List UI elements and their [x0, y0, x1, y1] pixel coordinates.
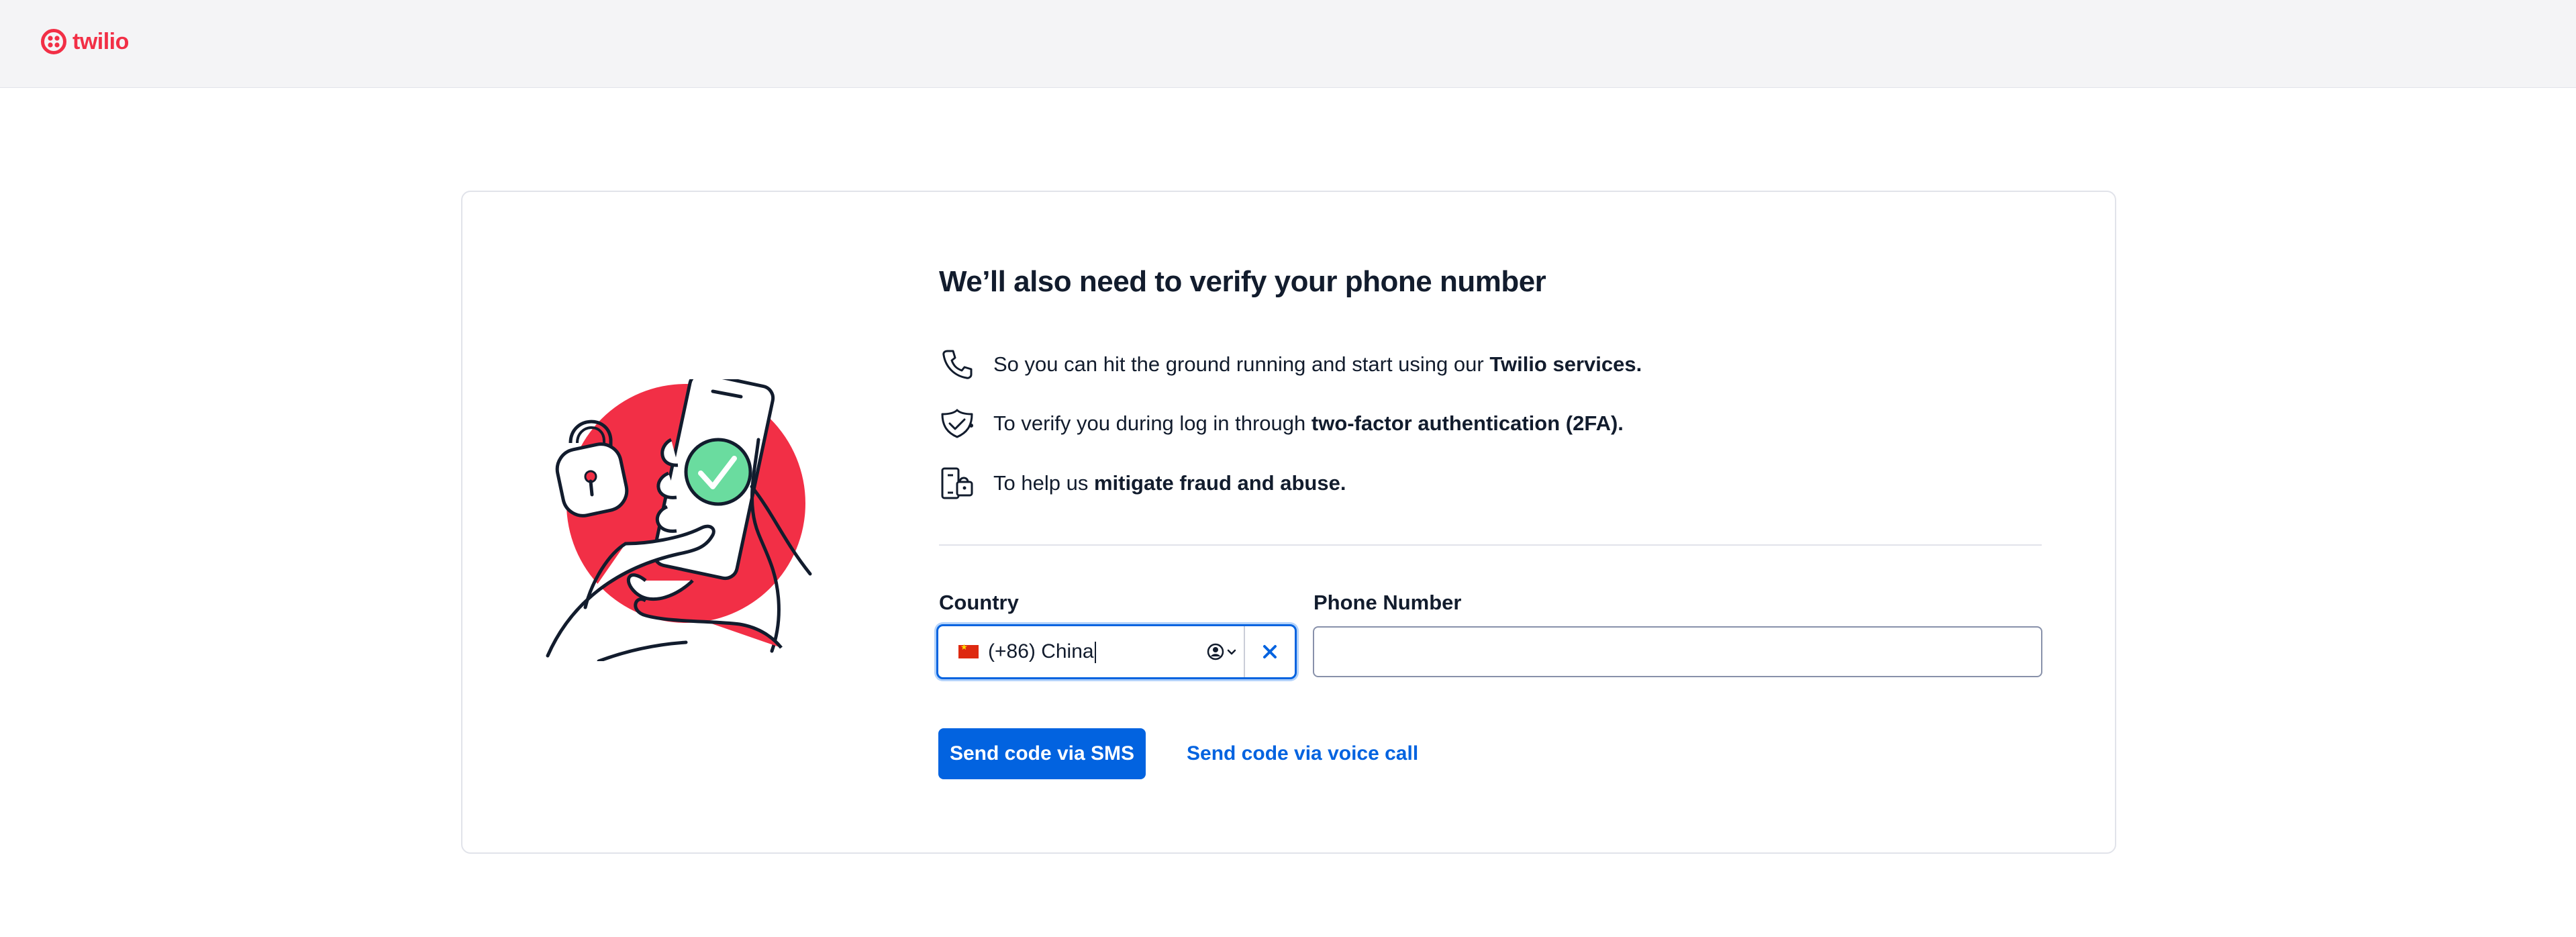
reason-2fa: To verify you during log in through two-… [940, 403, 1624, 444]
phone-number-label: Phone Number [1314, 591, 1462, 614]
top-bar: twilio [0, 0, 2576, 88]
clear-country-button[interactable] [1244, 626, 1295, 677]
page-title: We’ll also need to verify your phone num… [939, 265, 1546, 298]
country-combobox[interactable]: (+86) China [936, 624, 1297, 679]
user-circle-icon [1207, 643, 1224, 660]
twilio-logo-icon [41, 29, 66, 54]
section-divider [939, 544, 2042, 546]
country-input[interactable]: (+86) China [988, 640, 1207, 664]
reason-text: So you can hit the ground running and st… [993, 352, 1642, 376]
phone-verification-illustration [546, 379, 812, 661]
country-dropdown-toggle[interactable] [1207, 643, 1237, 660]
reason-text: To verify you during log in through two-… [993, 411, 1624, 435]
chevron-down-icon [1227, 649, 1236, 655]
phone-number-field[interactable] [1313, 626, 2042, 677]
reason-text: To help us mitigate fraud and abuse. [993, 471, 1346, 495]
fraud-lock-icon [940, 466, 975, 501]
reason-fraud: To help us mitigate fraud and abuse. [940, 463, 1346, 503]
text-cursor [1094, 642, 1096, 664]
send-code-sms-button[interactable]: Send code via SMS [938, 728, 1146, 779]
china-flag-icon [958, 642, 979, 658]
reason-twilio-services: So you can hit the ground running and st… [940, 344, 1642, 385]
country-label: Country [939, 591, 1019, 614]
phone-icon [940, 347, 975, 382]
send-code-voice-call-button[interactable]: Send code via voice call [1187, 728, 1418, 779]
logo-text: twilio [72, 28, 129, 54]
close-icon [1263, 645, 1277, 658]
twilio-logo[interactable]: twilio [40, 28, 129, 56]
phone-number-input[interactable] [1314, 628, 2041, 676]
shield-check-icon [940, 406, 975, 441]
